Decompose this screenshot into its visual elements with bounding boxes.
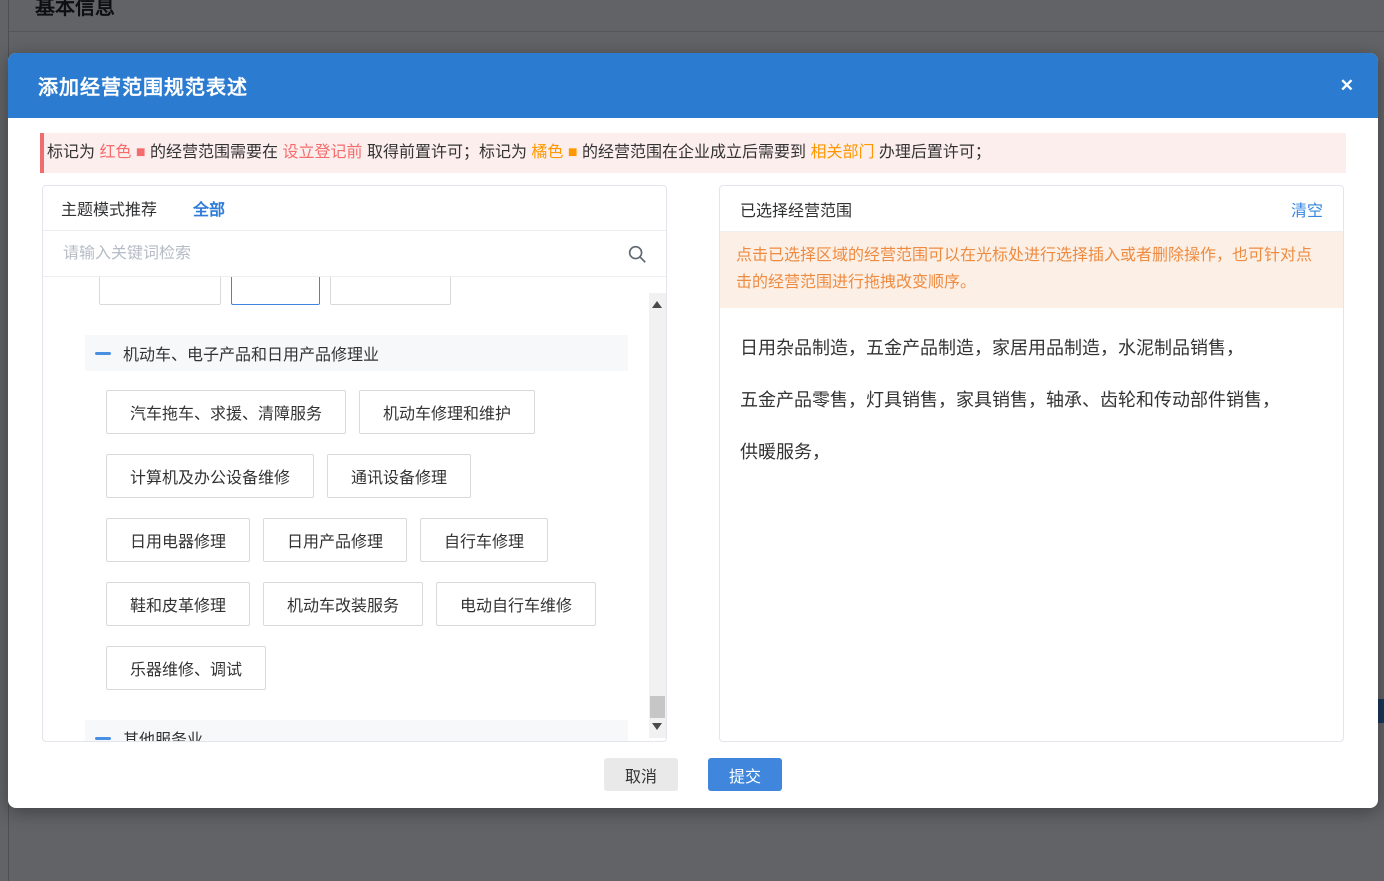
scope-tag-button[interactable]: 乐器维修、调试 [106,646,266,690]
list-scrollbar[interactable] [649,293,666,738]
scope-tag-button[interactable]: 电动自行车维修 [436,582,596,626]
tag-row: 鞋和皮革修理机动车改装服务电动自行车维修 [106,582,649,626]
notice-highlight: 相关部门 [810,144,874,161]
selected-scope-hint: 点击已选择区域的经营范围可以在光标处进行选择插入或者删除操作，也可针对点击的经营… [720,232,1343,308]
scope-tag-button[interactable]: 通讯设备修理 [327,454,471,498]
notice-highlight: 红色 [99,144,135,161]
clipped-tag-button[interactable] [99,277,221,305]
scope-tag-button[interactable]: 机动车修理和维护 [359,390,535,434]
scope-tag-button[interactable]: 鞋和皮革修理 [106,582,250,626]
selected-scope-panel: 已选择经营范围 清空 点击已选择区域的经营范围可以在光标处进行选择插入或者删除操… [719,185,1344,742]
clipped-tag-button-selected[interactable] [231,277,320,305]
notice-highlight: 橘色 [531,144,567,161]
clipped-tag-button[interactable] [330,277,451,305]
scope-list-content: 机动车、电子产品和日用产品修理业汽车拖车、求援、清障服务机动车修理和维护计算机及… [43,277,649,741]
clipped-tag-row [99,277,649,305]
dialog-header: 添加经营范围规范表述 ✕ [8,53,1378,118]
selected-scope-line[interactable]: 日用杂品制造，五金产品制造，家居用品制造，水泥制品销售， [740,322,1323,374]
category-label: 机动车、电子产品和日用产品修理业 [123,341,379,365]
search-icon[interactable] [626,243,648,265]
collapse-minus-icon[interactable] [95,352,111,355]
close-icon[interactable]: ✕ [1340,76,1354,96]
keyword-search-input[interactable] [43,245,666,263]
clear-all-link[interactable]: 清空 [1291,197,1323,221]
notice-text: 办理后置许可； [874,144,990,161]
scope-tag-button[interactable]: 日用电器修理 [106,518,250,562]
notice-text: 取得前置许可；标记为 [363,144,532,161]
category-row[interactable]: 其他服务业 [85,720,628,741]
selected-scope-line[interactable]: 供暖服务， [740,426,1323,478]
scope-tag-button[interactable]: 汽车拖车、求援、清障服务 [106,390,346,434]
selected-scope-header: 已选择经营范围 清空 [720,186,1343,232]
dialog-footer: 取消 提交 [8,758,1378,791]
scope-tabs: 主题模式推荐 全部 [43,186,666,231]
tab-all[interactable]: 全部 [193,196,225,220]
tag-row: 计算机及办公设备维修通讯设备修理 [106,454,649,498]
add-business-scope-dialog: 添加经营范围规范表述 ✕ 标记为 红色 ■ 的经营范围需要在 设立登记前 取得前… [8,53,1378,808]
tab-theme-recommend[interactable]: 主题模式推荐 [61,196,157,220]
collapse-minus-icon[interactable] [95,737,111,740]
dialog-title: 添加经营范围规范表述 [38,71,248,100]
selected-scope-text: 日用杂品制造，五金产品制造，家居用品制造，水泥制品销售，五金产品零售，灯具销售，… [720,308,1343,492]
selected-scope-title: 已选择经营范围 [740,197,852,221]
tag-row: 乐器维修、调试 [106,646,649,690]
cancel-button[interactable]: 取消 [604,758,678,791]
notice-highlight: ■ [136,144,146,161]
scroll-down-icon[interactable] [652,723,662,730]
tag-row: 日用电器修理日用产品修理自行车修理 [106,518,649,562]
category-label: 其他服务业 [123,726,203,741]
dialog-body: 主题模式推荐 全部 机动车、电子产品和日用产品修理业 [42,185,1344,742]
tag-row: 汽车拖车、求援、清障服务机动车修理和维护 [106,390,649,434]
scope-tag-button[interactable]: 自行车修理 [420,518,548,562]
selected-scope-line[interactable]: 五金产品零售，灯具销售，家具销售，轴承、齿轮和传动部件销售， [740,374,1323,426]
permit-legend-notice: 标记为 红色 ■ 的经营范围需要在 设立登记前 取得前置许可；标记为 橘色 ■ … [40,133,1346,173]
scope-picker-panel: 主题模式推荐 全部 机动车、电子产品和日用产品修理业 [42,185,667,742]
notice-text: 标记为 [47,144,99,161]
notice-highlight: ■ [568,144,578,161]
notice-highlight: 设立登记前 [282,144,362,161]
scroll-up-icon[interactable] [652,301,662,308]
keyword-search-bar [43,231,666,277]
category-row[interactable]: 机动车、电子产品和日用产品修理业 [85,335,628,371]
scrollbar-thumb[interactable] [650,696,665,718]
submit-button[interactable]: 提交 [708,758,782,791]
scope-category-list: 机动车、电子产品和日用产品修理业汽车拖车、求援、清障服务机动车修理和维护计算机及… [43,277,666,741]
scope-tag-button[interactable]: 计算机及办公设备维修 [106,454,314,498]
notice-text: 的经营范围在企业成立后需要到 [578,144,811,161]
scope-tag-button[interactable]: 日用产品修理 [263,518,407,562]
notice-text: 的经营范围需要在 [146,144,283,161]
scope-tag-button[interactable]: 机动车改装服务 [263,582,423,626]
